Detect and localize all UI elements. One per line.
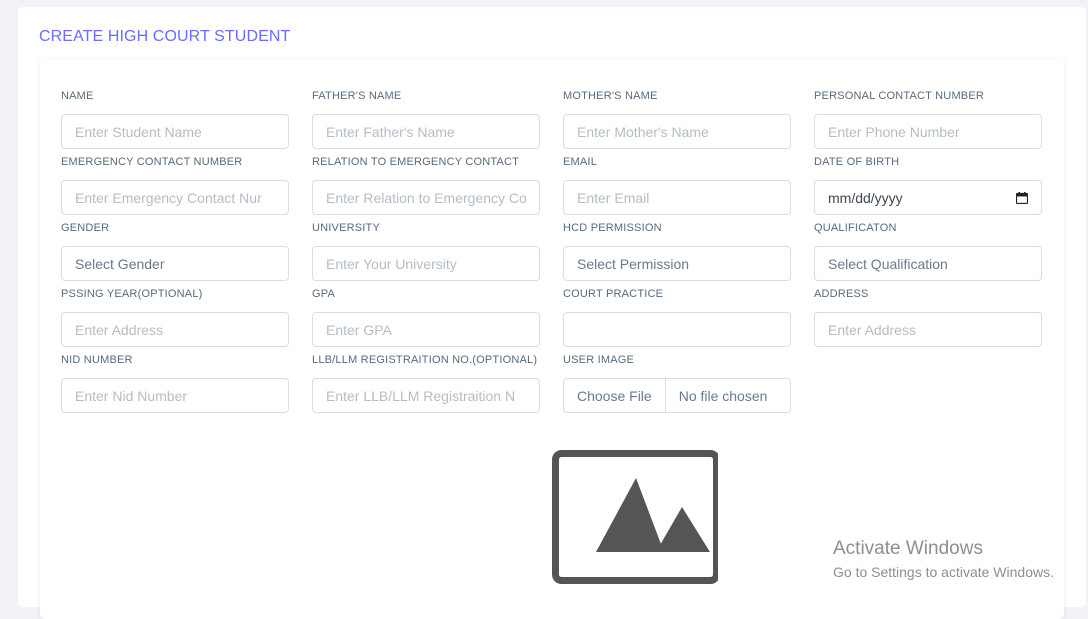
calendar-icon[interactable] xyxy=(1016,191,1028,204)
dob-group: DATE OF BIRTH mm/dd/yyyy xyxy=(814,156,1042,215)
name-input[interactable] xyxy=(61,114,289,149)
university-input[interactable] xyxy=(312,246,540,281)
user-image-label: USER IMAGE xyxy=(563,354,635,366)
address-group: ADDRESS xyxy=(814,288,1042,347)
personal-contact-input[interactable] xyxy=(814,114,1042,149)
user-image-group: USER IMAGE Choose File No file chosen xyxy=(563,354,791,413)
user-image-file-input[interactable]: Choose File No file chosen xyxy=(563,378,791,413)
hcd-permission-label: HCD PERMISSION xyxy=(563,222,662,234)
father-name-input[interactable] xyxy=(312,114,540,149)
dob-label: DATE OF BIRTH xyxy=(814,156,900,168)
qualification-group: QUALIFICATON Select Qualification xyxy=(814,222,1042,281)
court-practice-group: COURT PRACTICE xyxy=(563,288,791,347)
dob-value: mm/dd/yyyy xyxy=(828,189,903,206)
gpa-label: GPA xyxy=(312,288,336,300)
name-group: NAME xyxy=(61,90,289,149)
watermark-title: Activate Windows xyxy=(833,538,983,559)
personal-contact-label: PERSONAL CONTACT NUMBER xyxy=(814,90,985,102)
university-group: UNIVERSITY xyxy=(312,222,540,281)
mother-name-label: MOTHER'S NAME xyxy=(563,90,658,102)
image-placeholder-icon xyxy=(552,450,718,584)
file-status: No file chosen xyxy=(678,387,768,404)
hcd-permission-group: HCD PERMISSION Select Permission xyxy=(563,222,791,281)
llb-reg-label: LLB/LLM REGISTRAITION NO.(OPTIONAL) xyxy=(312,354,538,366)
qualification-select[interactable]: Select Qualification xyxy=(814,246,1042,281)
windows-activation-watermark: Activate Windows Go to Settings to activ… xyxy=(833,538,1054,582)
address-label: ADDRESS xyxy=(814,288,869,300)
email-input[interactable] xyxy=(563,180,791,215)
court-practice-label: COURT PRACTICE xyxy=(563,288,664,300)
father-name-group: FATHER'S NAME xyxy=(312,90,540,149)
choose-file-button[interactable]: Choose File xyxy=(564,379,666,412)
personal-contact-group: PERSONAL CONTACT NUMBER xyxy=(814,90,1042,149)
passing-year-group: PSSING YEAR(OPTIONAL) xyxy=(61,288,289,347)
mother-name-group: MOTHER'S NAME xyxy=(563,90,791,149)
nid-input[interactable] xyxy=(61,378,289,413)
university-label: UNIVERSITY xyxy=(312,222,381,234)
address-input[interactable] xyxy=(814,312,1042,347)
page-title: CREATE HIGH COURT STUDENT xyxy=(39,28,291,45)
passing-year-label: PSSING YEAR(OPTIONAL) xyxy=(61,288,203,300)
gpa-group: GPA xyxy=(312,288,540,347)
nid-label: NID NUMBER xyxy=(61,354,133,366)
emergency-contact-label: EMERGENCY CONTACT NUMBER xyxy=(61,156,243,168)
father-name-label: FATHER'S NAME xyxy=(312,90,402,102)
court-practice-input[interactable] xyxy=(563,312,791,347)
relation-emergency-label: RELATION TO EMERGENCY CONTACT xyxy=(312,156,520,168)
dob-date-input[interactable]: mm/dd/yyyy xyxy=(814,180,1042,215)
email-label: EMAIL xyxy=(563,156,598,168)
hcd-permission-select[interactable]: Select Permission xyxy=(563,246,791,281)
llb-reg-group: LLB/LLM REGISTRAITION NO.(OPTIONAL) xyxy=(312,354,540,413)
passing-year-input[interactable] xyxy=(61,312,289,347)
relation-emergency-input[interactable] xyxy=(312,180,540,215)
gender-label: GENDER xyxy=(61,222,110,234)
gender-select[interactable]: Select Gender xyxy=(61,246,289,281)
relation-emergency-group: RELATION TO EMERGENCY CONTACT xyxy=(312,156,540,215)
nid-group: NID NUMBER xyxy=(61,354,289,413)
gender-group: GENDER Select Gender xyxy=(61,222,289,281)
llb-reg-input[interactable] xyxy=(312,378,540,413)
mother-name-input[interactable] xyxy=(563,114,791,149)
gpa-input[interactable] xyxy=(312,312,540,347)
emergency-contact-input[interactable] xyxy=(61,180,289,215)
watermark-subtitle: Go to Settings to activate Windows. xyxy=(833,564,1054,580)
emergency-contact-group: EMERGENCY CONTACT NUMBER xyxy=(61,156,289,215)
name-label: NAME xyxy=(61,90,94,102)
email-group: EMAIL xyxy=(563,156,791,215)
qualification-label: QUALIFICATON xyxy=(814,222,897,234)
